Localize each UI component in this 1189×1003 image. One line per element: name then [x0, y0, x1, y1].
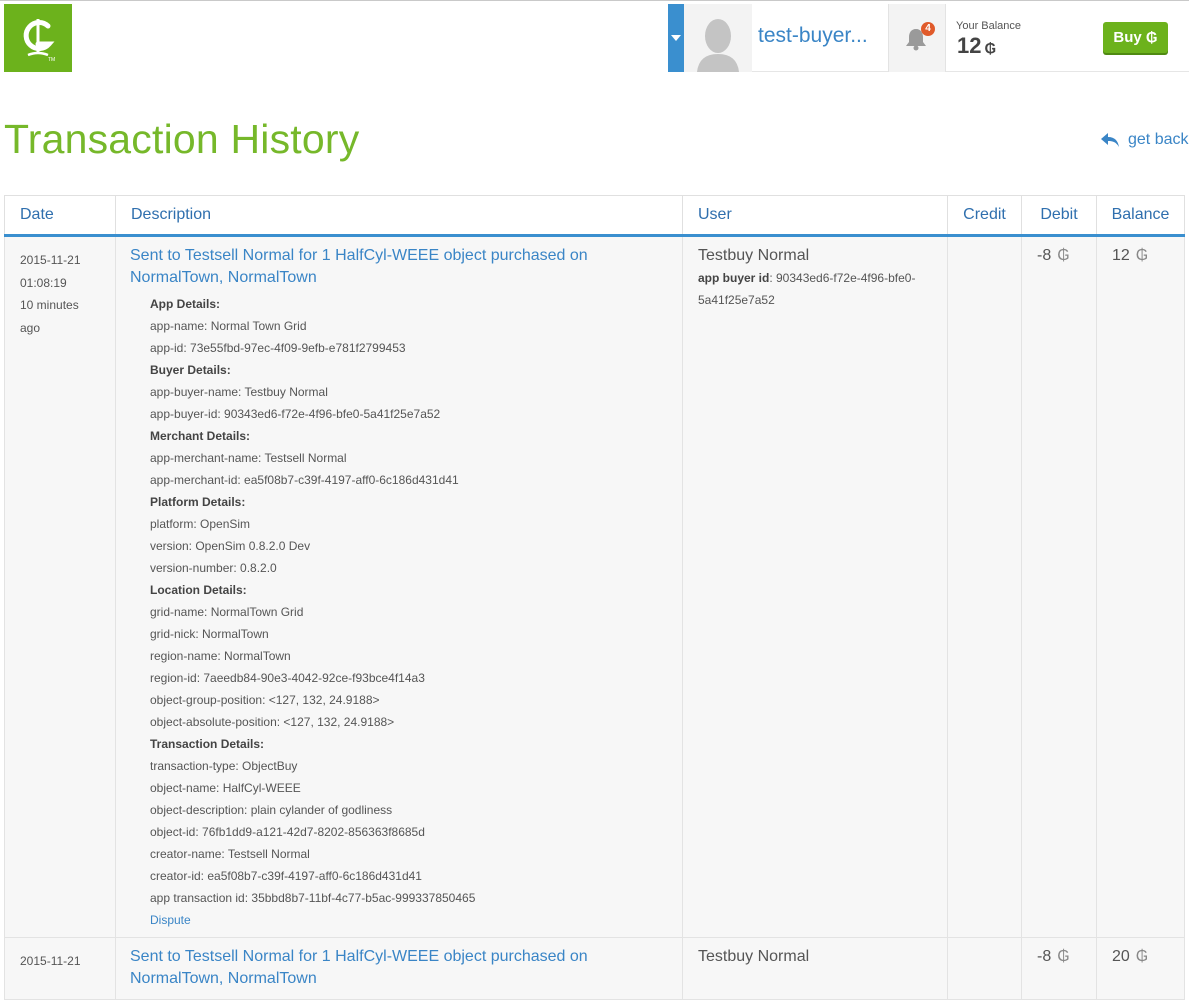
date-cell: 2015-11-21 [4, 937, 116, 1000]
balance-cell: 20 ₲ [1096, 937, 1185, 1000]
user-cell: Testbuy Normal [682, 937, 948, 1000]
detail-line: app-name: Normal Town Grid [150, 319, 307, 333]
buy-button[interactable]: Buy ₲ [1103, 22, 1168, 53]
transaction-table: Date Description User Credit Debit Balan… [4, 195, 1185, 1000]
default-avatar-icon [697, 19, 739, 72]
balance-amount: 12 [957, 33, 982, 58]
description-cell: Sent to Testsell Normal for 1 HalfCyl-WE… [115, 937, 683, 1000]
debit-amount: -8 [1037, 948, 1052, 965]
user-name: Testbuy Normal [698, 948, 810, 965]
avatar[interactable] [684, 4, 752, 72]
column-header-date[interactable]: Date [4, 195, 116, 237]
balance-amount: 12 [1112, 247, 1130, 264]
balance-amount: 20 [1112, 948, 1130, 965]
detail-line: creator-id: ea5f08b7-c39f-4197-aff0-6c18… [150, 869, 422, 883]
details-heading: Platform Details: [150, 495, 246, 509]
detail-line: version: OpenSim 0.8.2.0 Dev [150, 539, 311, 553]
divider [945, 4, 946, 72]
debit-cell: -8 ₲ [1021, 235, 1097, 938]
relative-time-text: 10 minutes [20, 298, 79, 312]
user-cell: Testbuy Normal app buyer id: 90343ed6-f7… [682, 235, 948, 938]
credit-cell [947, 235, 1022, 938]
balance-value: 12 ₲ [957, 33, 996, 59]
detail-line: object-id: 76fb1dd9-a121-42d7-8202-85636… [150, 825, 425, 839]
debit-cell: -8 ₲ [1021, 937, 1097, 1000]
page-title: Transaction History [4, 116, 360, 162]
column-header-balance[interactable]: Balance [1096, 195, 1185, 237]
detail-line: grid-nick: NormalTown [150, 627, 269, 641]
date-text: 2015-11-21 [20, 253, 81, 267]
detail-line: object-name: HalfCyl-WEEE [150, 781, 301, 795]
caret-down-icon [671, 35, 681, 41]
top-navbar: TM test-buyer... 4 Your Balance 12 ₲ Buy… [0, 0, 1189, 80]
gloebit-logo-icon: TM [23, 19, 55, 62]
account-dropdown-toggle[interactable] [668, 4, 684, 72]
user-name: Testbuy Normal [698, 247, 810, 264]
get-back-link[interactable]: get back [1100, 131, 1188, 149]
get-back-label: get back [1128, 131, 1189, 148]
username-link[interactable]: test-buyer... [758, 24, 880, 48]
detail-line: app transaction id: 35bbd8b7-11bf-4c77-b… [150, 891, 476, 905]
column-header-description[interactable]: Description [115, 195, 683, 237]
currency-symbol: ₲ [984, 40, 997, 57]
date-cell: 2015-11-21 01:08:19 10 minutes ago [4, 235, 116, 938]
time-text: 01:08:19 [20, 275, 67, 290]
balance-cell: 12 ₲ [1096, 235, 1185, 938]
relative-time-text: ago [20, 320, 41, 335]
table-header-row: Date Description User Credit Debit Balan… [4, 195, 1185, 237]
detail-line: transaction-type: ObjectBuy [150, 759, 298, 773]
brand-logo[interactable]: TM [4, 4, 72, 72]
detail-line: region-id: 7aeedb84-90e3-4042-92ce-f93bc… [150, 671, 425, 685]
currency-symbol: ₲ [1135, 948, 1149, 965]
notification-count-badge: 4 [921, 22, 935, 36]
detail-line: region-name: NormalTown [150, 649, 291, 663]
reply-arrow-icon [1101, 133, 1119, 147]
dispute-link[interactable]: Dispute [150, 913, 191, 927]
balance-label: Your Balance [956, 20, 1022, 32]
details-heading: Merchant Details: [150, 429, 251, 443]
detail-line: app-merchant-name: Testsell Normal [150, 451, 347, 465]
top-divider [0, 0, 1189, 1]
details-heading: Location Details: [150, 583, 247, 597]
notifications-button[interactable]: 4 [889, 4, 945, 72]
detail-line: object-group-position: <127, 132, 24.918… [150, 693, 380, 707]
detail-line: object-description: plain cylander of go… [150, 803, 393, 817]
debit-amount: -8 [1037, 247, 1052, 264]
detail-line: app-id: 73e55fbd-97ec-4f09-9efb-e781f279… [150, 341, 406, 355]
transaction-description-link[interactable]: Sent to Testsell Normal for 1 HalfCyl-WE… [130, 245, 672, 289]
column-header-user[interactable]: User [682, 195, 948, 237]
description-cell: Sent to Testsell Normal for 1 HalfCyl-WE… [115, 235, 683, 938]
user-panel: test-buyer... 4 Your Balance 12 ₲ Buy ₲ [668, 4, 1189, 72]
detail-line: app-merchant-id: ea5f08b7-c39f-4197-aff0… [150, 473, 459, 487]
detail-line: grid-name: NormalTown Grid [150, 605, 304, 619]
currency-symbol: ₲ [1057, 948, 1070, 965]
column-header-debit[interactable]: Debit [1021, 195, 1097, 237]
detail-line: object-absolute-position: <127, 132, 24.… [150, 715, 395, 729]
svg-text:TM: TM [48, 57, 55, 62]
details-heading: App Details: [150, 297, 221, 311]
user-app-buyer-id: app buyer id: 90343ed6-f72e-4f96-bfe0-5a… [698, 267, 937, 311]
currency-symbol: ₲ [1057, 247, 1070, 264]
currency-symbol: ₲ [1135, 247, 1149, 264]
detail-line: creator-name: Testsell Normal [150, 847, 310, 861]
detail-line: app-buyer-id: 90343ed6-f72e-4f96-bfe0-5a… [150, 407, 441, 421]
user-id-label: app buyer id [698, 271, 770, 285]
details-heading: Buyer Details: [150, 363, 231, 377]
transaction-description-link[interactable]: Sent to Testsell Normal for 1 HalfCyl-WE… [130, 946, 672, 990]
table-row: 2015-11-21 Sent to Testsell Normal for 1… [4, 937, 1185, 1000]
table-row: 2015-11-21 01:08:19 10 minutes ago Sent … [4, 235, 1185, 938]
date-text: 2015-11-21 [20, 954, 81, 968]
column-header-credit[interactable]: Credit [947, 195, 1022, 237]
details-heading: Transaction Details: [150, 737, 265, 751]
detail-line: version-number: 0.8.2.0 [150, 561, 277, 575]
detail-line: platform: OpenSim [150, 517, 251, 531]
detail-line: app-buyer-name: Testbuy Normal [150, 385, 328, 399]
transaction-details: App Details: app-name: Normal Town Grid … [150, 293, 672, 931]
credit-cell [947, 937, 1022, 1000]
